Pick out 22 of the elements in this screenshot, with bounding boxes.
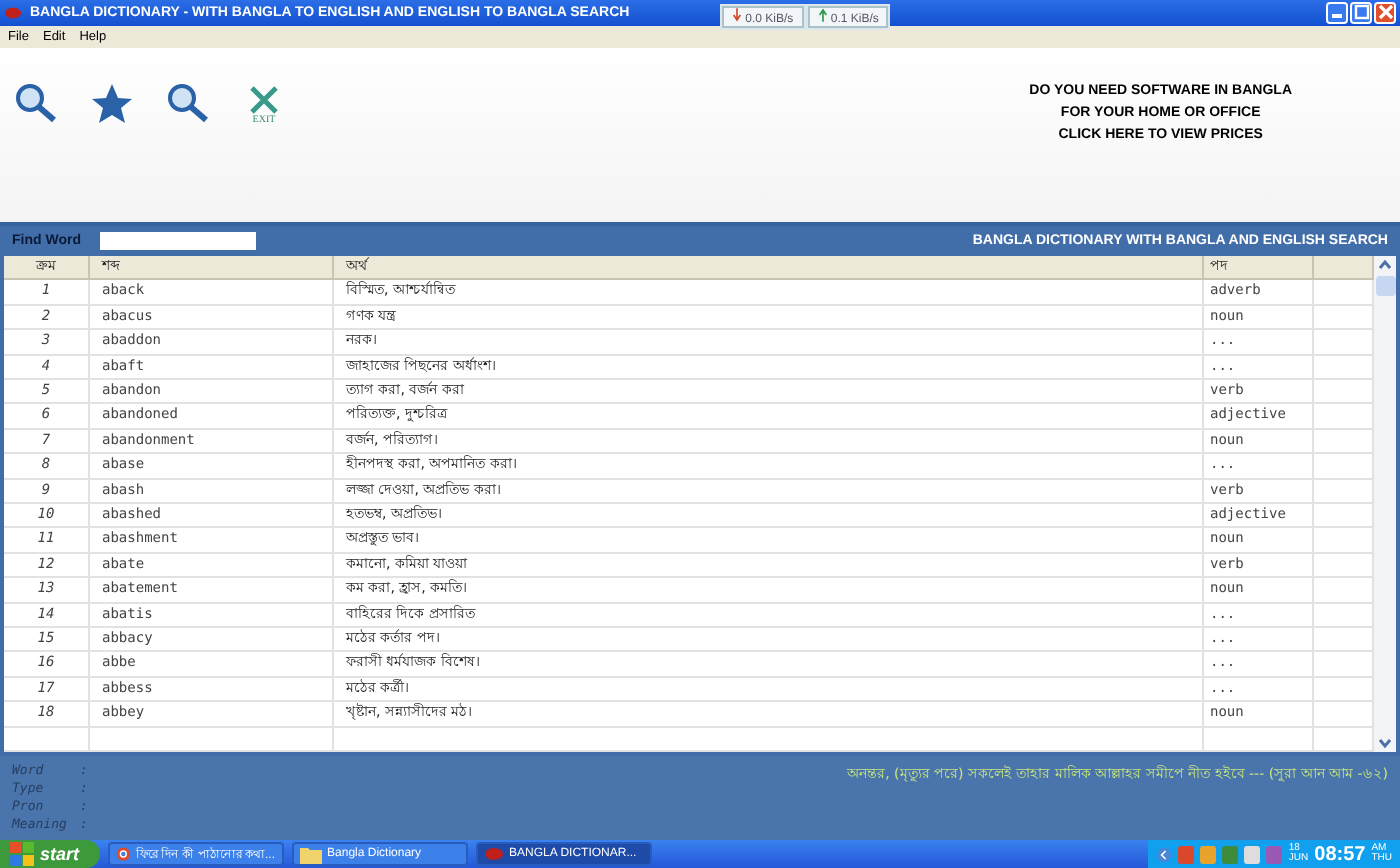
search-button[interactable] (164, 79, 212, 128)
down-arrow-icon (732, 8, 742, 22)
search-button[interactable] (12, 79, 60, 128)
start-button[interactable]: start (0, 840, 100, 868)
find-word-field[interactable] (100, 231, 257, 250)
close-button[interactable] (1374, 1, 1396, 24)
app-icon (4, 3, 22, 22)
star-button[interactable] (88, 79, 136, 128)
up-arrow-icon (817, 8, 828, 22)
scrollbar[interactable] (1374, 256, 1396, 753)
scroll-thumb[interactable] (1375, 276, 1395, 297)
x-icon (248, 84, 280, 117)
folder-icon (299, 845, 322, 864)
chevron-icon[interactable] (1156, 845, 1173, 864)
windows-logo-icon (10, 842, 34, 867)
clock-time: 08:57 (1314, 843, 1366, 866)
maximize-icon (1353, 4, 1369, 21)
minimize-button[interactable] (1326, 1, 1348, 24)
app-icon (483, 846, 504, 863)
close-icon (1377, 4, 1393, 21)
maximize-button[interactable] (1350, 1, 1372, 24)
browser-icon (115, 844, 130, 865)
